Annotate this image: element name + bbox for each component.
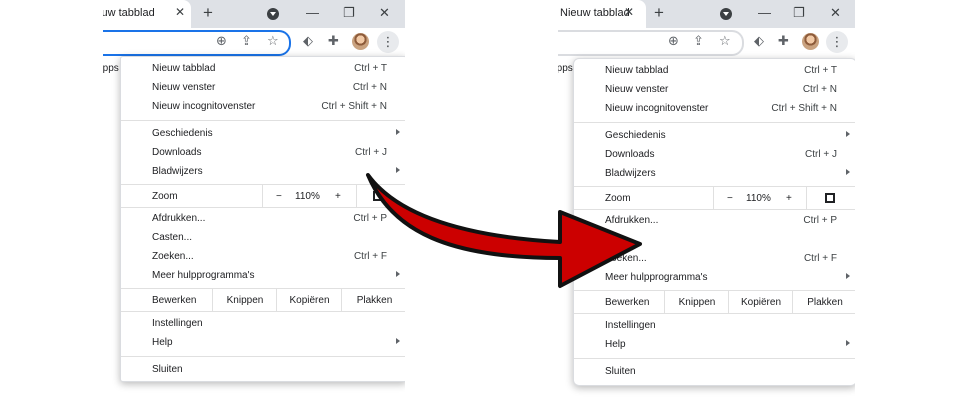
red-arrow-graphic [366, 173, 642, 288]
red-arrow-icon [366, 173, 642, 288]
